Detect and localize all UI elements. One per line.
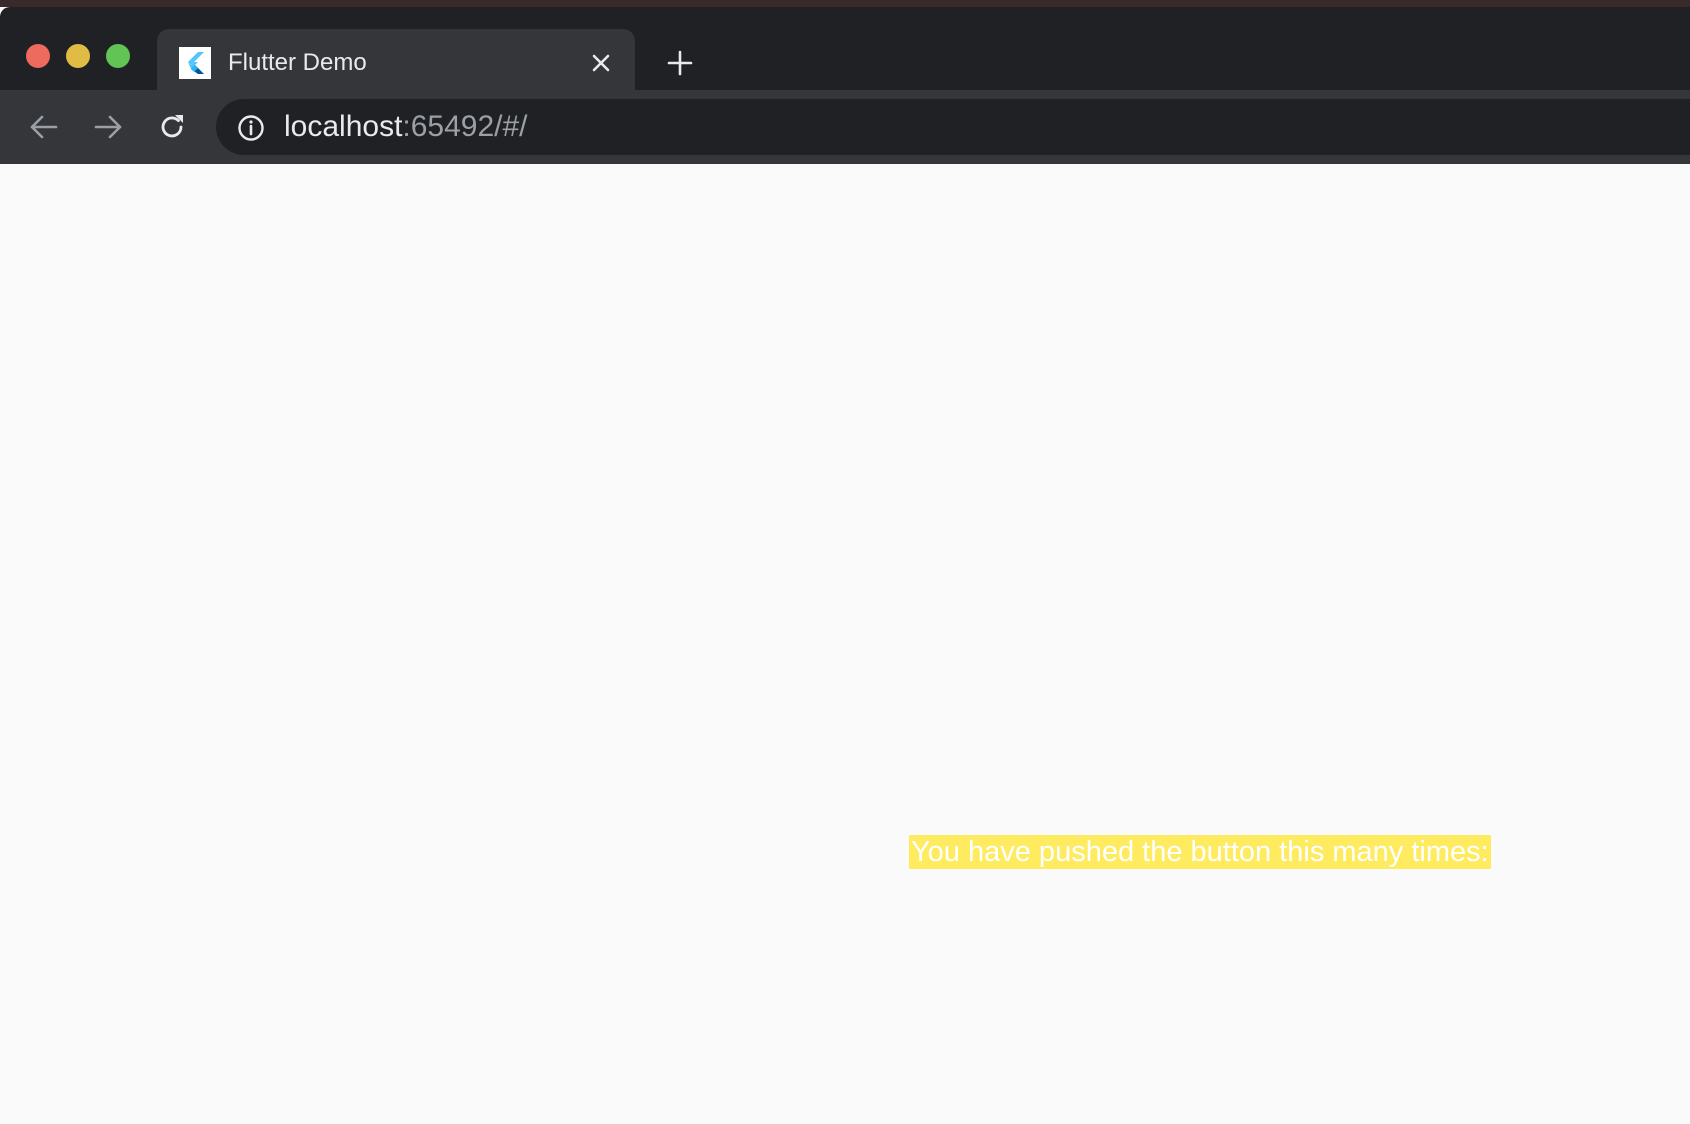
- arrow-right-icon[interactable]: [90, 109, 126, 145]
- flutter-logo-icon: [179, 47, 211, 79]
- browser-window: Flutter Demo localhost:65492/#/ You have…: [0, 0, 1690, 1124]
- url-path: :65492/#/: [402, 110, 528, 143]
- info-icon[interactable]: [236, 113, 266, 143]
- close-icon[interactable]: [587, 49, 615, 77]
- arrow-left-icon[interactable]: [26, 109, 62, 145]
- counter-label: You have pushed the button this many tim…: [909, 835, 1491, 869]
- tab-flutter-demo[interactable]: Flutter Demo: [157, 29, 635, 97]
- url-text: localhost:65492/#/: [284, 109, 528, 145]
- minimize-window-button[interactable]: [66, 44, 90, 68]
- tab-title: Flutter Demo: [228, 49, 367, 76]
- browser-toolbar: localhost:65492/#/: [0, 90, 1690, 164]
- url-host: localhost: [284, 110, 403, 143]
- plus-icon[interactable]: [664, 47, 696, 79]
- window-top-edge: [0, 0, 1690, 7]
- address-bar[interactable]: localhost:65492/#/: [216, 99, 1690, 155]
- close-window-button[interactable]: [26, 44, 50, 68]
- page-content: You have pushed the button this many tim…: [0, 164, 1690, 1124]
- reload-icon[interactable]: [154, 109, 190, 145]
- maximize-window-button[interactable]: [106, 44, 130, 68]
- tab-bar: Flutter Demo: [0, 7, 1690, 97]
